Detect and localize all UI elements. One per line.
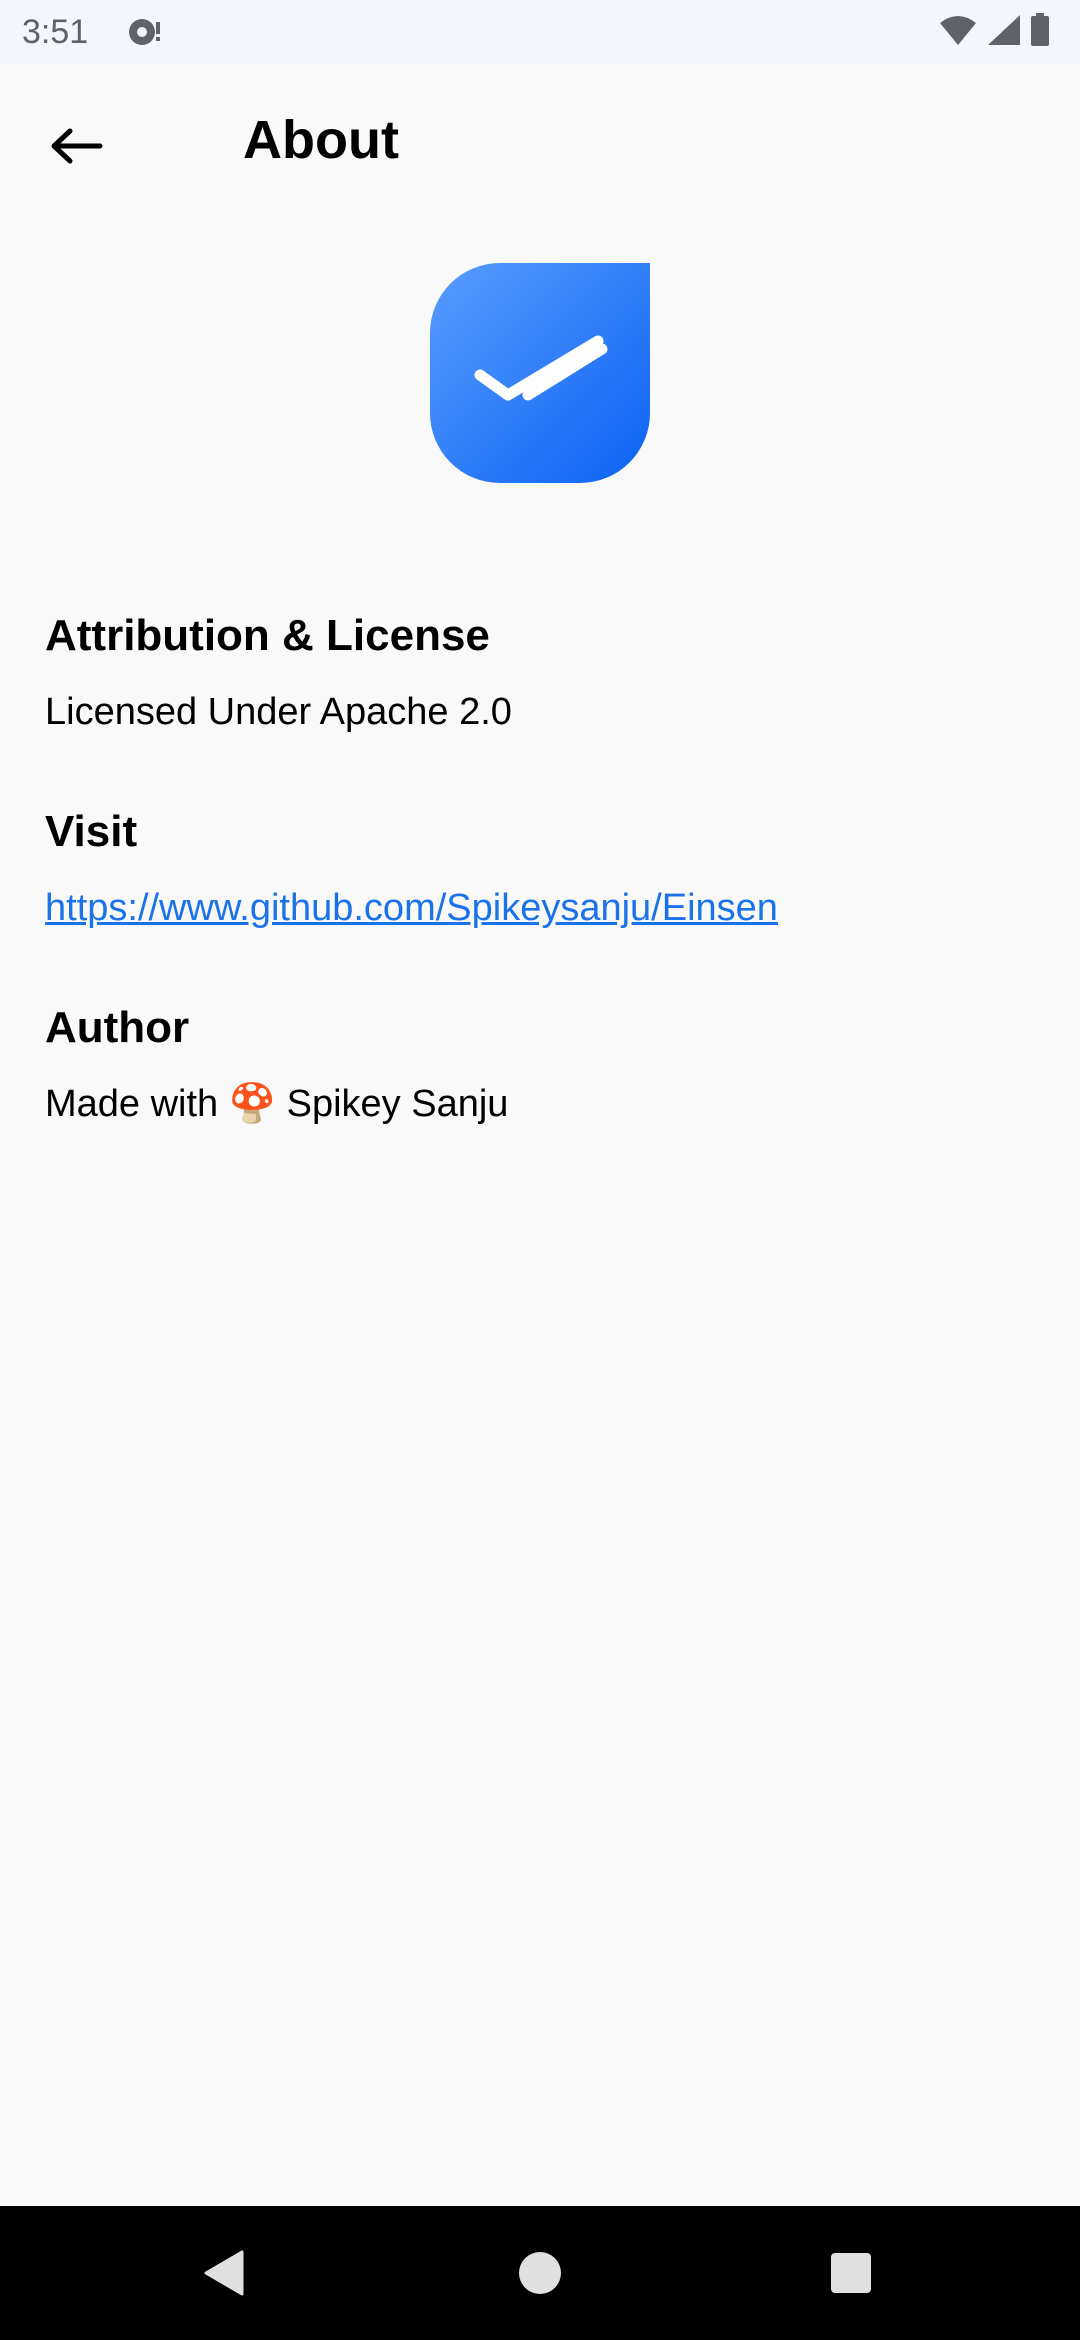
status-bar: 3:51 xyxy=(0,0,1080,64)
recents-square-icon xyxy=(831,2253,871,2293)
app-bar: About xyxy=(0,64,1080,224)
nav-recents-button[interactable] xyxy=(806,2230,896,2316)
author-heading: Author xyxy=(45,1003,190,1052)
app-logo xyxy=(430,263,650,483)
page-title: About xyxy=(243,110,399,170)
back-button[interactable] xyxy=(30,106,122,186)
author-text: Made with 🍄 Spikey Sanju xyxy=(45,1083,509,1125)
nav-back-button[interactable] xyxy=(180,2230,270,2316)
license-section: Attribution & License Licensed Under Apa… xyxy=(45,600,1035,742)
wifi-icon xyxy=(938,13,978,52)
signal-icon xyxy=(986,13,1022,52)
double-check-icon xyxy=(430,263,650,483)
visit-link-row: https://www.github.com/Spikeysanju/Einse… xyxy=(45,878,1035,938)
status-icons xyxy=(938,12,1050,52)
status-time: 3:51 xyxy=(22,13,89,51)
home-circle-icon xyxy=(519,2252,561,2294)
author-section: Author Made with 🍄 Spikey Sanju xyxy=(45,992,1035,1134)
notification-icon xyxy=(126,14,166,50)
visit-section: Visit https://www.github.com/Spikeysanju… xyxy=(45,796,1035,938)
arrow-left-icon xyxy=(51,128,103,164)
visit-heading: Visit xyxy=(45,807,138,856)
system-nav-bar xyxy=(0,2206,1080,2340)
github-link[interactable]: https://www.github.com/Spikeysanju/Einse… xyxy=(45,887,778,929)
license-text: Licensed Under Apache 2.0 xyxy=(45,691,512,733)
back-triangle-icon xyxy=(204,2250,244,2296)
nav-home-button[interactable] xyxy=(495,2230,585,2316)
license-heading: Attribution & License xyxy=(45,611,490,660)
about-content: Attribution & License Licensed Under Apa… xyxy=(45,600,1035,1188)
battery-icon xyxy=(1030,12,1050,52)
